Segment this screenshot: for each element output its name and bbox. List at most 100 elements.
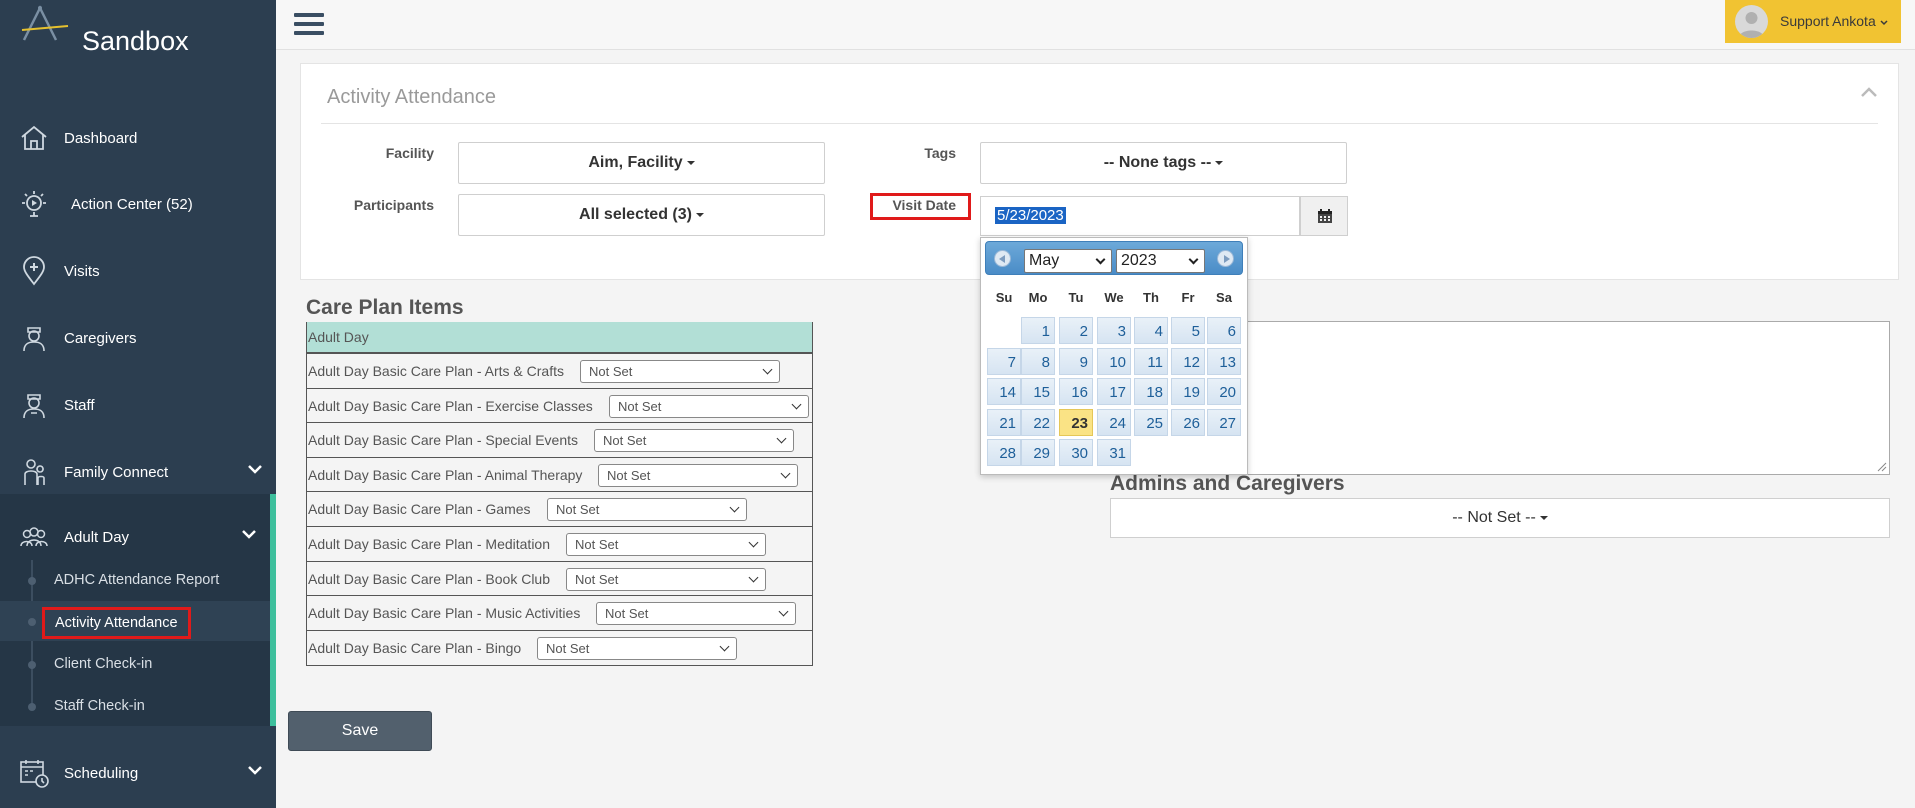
- group-icon: [20, 527, 48, 547]
- calendar-icon: [1318, 209, 1332, 223]
- care-plan-status-select[interactable]: Not Set: [566, 532, 766, 556]
- calendar-day[interactable]: 6: [1207, 317, 1241, 344]
- sidebar-item-adult-day[interactable]: Adult Day: [0, 517, 276, 557]
- month-select[interactable]: May: [1024, 249, 1112, 273]
- sidebar-item-action-center[interactable]: Action Center (52): [0, 184, 276, 224]
- sidebar-item-caregivers[interactable]: Caregivers: [0, 318, 276, 358]
- chevron-down-icon: [1880, 20, 1888, 26]
- calendar-day[interactable]: 20: [1207, 378, 1241, 405]
- facility-label: Facility: [385, 145, 434, 161]
- bullet-icon: [28, 661, 36, 669]
- calendar-day[interactable]: 3: [1097, 317, 1131, 344]
- calendar-day[interactable]: 22: [1021, 408, 1055, 436]
- calendar-day[interactable]: 18: [1134, 378, 1168, 405]
- resize-handle-icon[interactable]: [1875, 460, 1887, 472]
- sidebar-sub-label: Client Check-in: [54, 656, 153, 672]
- care-plan-status-select[interactable]: Not Set: [537, 636, 737, 660]
- table-row: Adult Day Basic Care Plan - Meditation No…: [307, 527, 812, 562]
- calendar-day[interactable]: 7: [987, 347, 1021, 375]
- calendar-day[interactable]: 5: [1171, 317, 1205, 344]
- calendar-day[interactable]: 13: [1207, 347, 1241, 375]
- user-menu-button[interactable]: Support Ankota: [1725, 0, 1901, 43]
- prev-month-icon[interactable]: [994, 250, 1011, 267]
- calendar-day[interactable]: 4: [1134, 317, 1168, 344]
- calendar-day-selected[interactable]: 23: [1059, 408, 1093, 436]
- hamburger-menu-icon[interactable]: [294, 13, 324, 39]
- bullet-icon: [28, 577, 36, 585]
- calendar-day[interactable]: 9: [1059, 347, 1093, 375]
- sidebar-item-scheduling[interactable]: Scheduling: [0, 753, 276, 793]
- calendar-day[interactable]: 2: [1059, 317, 1093, 344]
- calendar-day[interactable]: 30: [1059, 439, 1093, 466]
- staff-icon: [23, 394, 45, 419]
- weekday-header: We: [1104, 290, 1124, 305]
- user-name: Support Ankota: [1780, 13, 1888, 29]
- calendar-day[interactable]: 19: [1171, 378, 1205, 405]
- chevron-down-icon: [791, 399, 802, 410]
- sidebar-item-dashboard[interactable]: Dashboard: [0, 118, 276, 158]
- care-plan-status-select[interactable]: Not Set: [547, 498, 747, 522]
- calendar-day[interactable]: 31: [1097, 439, 1131, 466]
- calendar-day[interactable]: 15: [1021, 378, 1055, 405]
- sidebar-item-family-connect[interactable]: Family Connect: [0, 452, 276, 492]
- care-plan-status-select[interactable]: Not Set: [609, 394, 809, 418]
- chevron-down-icon: [748, 572, 759, 583]
- care-plan-status-select[interactable]: Not Set: [596, 602, 796, 626]
- care-plan-item-label: Adult Day Basic Care Plan - Book Club: [308, 570, 550, 587]
- caret-down-icon: [1539, 515, 1548, 520]
- chevron-down-icon: [719, 641, 730, 652]
- admins-caregivers-dropdown[interactable]: -- Not Set --: [1110, 498, 1890, 538]
- table-row: Adult Day Basic Care Plan - Exercise Cla…: [307, 389, 812, 424]
- sidebar-sub-staff-check-in[interactable]: Staff Check-in: [0, 686, 270, 726]
- calendar-clock-icon: [20, 760, 49, 788]
- table-row: Adult Day Basic Care Plan - Book Club Not…: [307, 562, 812, 597]
- table-row: Adult Day Basic Care Plan - Music Activi…: [307, 596, 812, 631]
- care-plan-status-select[interactable]: Not Set: [594, 429, 794, 453]
- care-plan-status-select[interactable]: Not Set: [598, 463, 798, 487]
- bullet-icon: [28, 618, 36, 626]
- chevron-down-icon: [780, 468, 791, 479]
- chevron-up-icon[interactable]: [1860, 86, 1878, 98]
- calendar-day[interactable]: 28: [987, 439, 1021, 466]
- chevron-down-icon: [248, 465, 262, 474]
- table-row: Adult Day Basic Care Plan - Bingo Not Set: [307, 631, 812, 666]
- calendar-day[interactable]: 8: [1021, 347, 1055, 375]
- save-button[interactable]: Save: [288, 711, 432, 751]
- calendar-day[interactable]: 26: [1171, 408, 1205, 436]
- calendar-day[interactable]: 14: [987, 378, 1021, 405]
- sidebar-sub-adhc-attendance-report[interactable]: ADHC Attendance Report: [0, 560, 270, 600]
- table-row: Adult Day Basic Care Plan - Games Not Set: [307, 492, 812, 527]
- facility-dropdown[interactable]: Aim, Facility: [458, 142, 825, 184]
- tags-dropdown[interactable]: -- None tags --: [980, 142, 1347, 184]
- calendar-day[interactable]: 29: [1021, 439, 1055, 466]
- care-plan-status-select[interactable]: Not Set: [566, 567, 766, 591]
- calendar-day[interactable]: 21: [987, 408, 1021, 436]
- year-select[interactable]: 2023: [1116, 249, 1205, 273]
- visit-date-input[interactable]: 5/23/2023: [980, 196, 1300, 236]
- ankota-logo-icon: [21, 5, 69, 41]
- calendar-button[interactable]: [1300, 196, 1348, 236]
- calendar-day[interactable]: 12: [1171, 347, 1205, 375]
- sidebar-sub-activity-attendance[interactable]: Activity Attendance: [0, 601, 270, 641]
- calendar-day[interactable]: 1: [1021, 317, 1055, 344]
- care-plan-item-label: Adult Day Basic Care Plan - Games: [308, 501, 531, 518]
- tags-label: Tags: [924, 145, 956, 161]
- sidebar-item-staff[interactable]: Staff: [0, 385, 276, 425]
- sidebar-item-visits[interactable]: Visits: [0, 251, 276, 291]
- weekday-header: Th: [1143, 290, 1159, 305]
- calendar-day[interactable]: 24: [1097, 408, 1131, 436]
- calendar-day[interactable]: 25: [1134, 408, 1168, 436]
- sidebar-sub-client-check-in[interactable]: Client Check-in: [0, 644, 270, 684]
- calendar-day[interactable]: 17: [1097, 378, 1131, 405]
- chevron-down-icon: [729, 502, 740, 513]
- calendar-day[interactable]: 10: [1097, 347, 1131, 375]
- care-plan-status-select[interactable]: Not Set: [580, 360, 780, 383]
- calendar-day[interactable]: 16: [1059, 378, 1093, 405]
- calendar-day[interactable]: 27: [1207, 408, 1241, 436]
- next-month-icon[interactable]: [1217, 250, 1234, 267]
- weekday-header: Sa: [1216, 290, 1232, 305]
- participants-dropdown[interactable]: All selected (3): [458, 194, 825, 236]
- brand[interactable]: Sandbox: [14, 2, 264, 78]
- calendar-day[interactable]: 11: [1134, 347, 1168, 375]
- sidebar-item-label: Family Connect: [64, 464, 169, 481]
